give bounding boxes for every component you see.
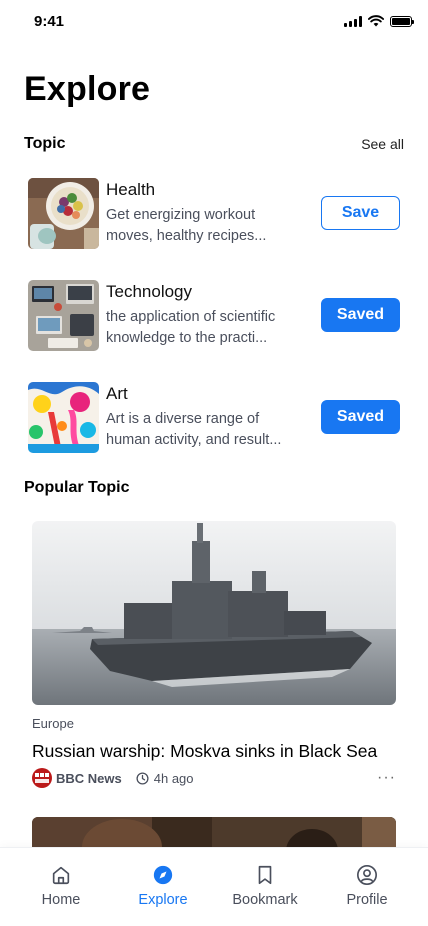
topic-description: Art is a diverse range of human activity… [106, 411, 282, 448]
status-bar: 9:41 [0, 0, 428, 44]
wifi-icon [368, 15, 384, 27]
saved-button[interactable]: Saved [321, 400, 400, 434]
page-title: Explore [24, 70, 151, 108]
nav-item-profile[interactable]: Profile [322, 848, 412, 926]
topic-description: Get energizing workout moves, healthy re… [106, 207, 267, 244]
status-time: 9:41 [34, 13, 65, 30]
compass-icon [153, 865, 173, 885]
topic-name: Technology [106, 282, 193, 301]
nav-item-explore[interactable]: Explore [118, 848, 208, 926]
more-options-icon[interactable]: ··· [377, 769, 396, 787]
topic-name: Art [106, 384, 128, 403]
news-category: Europe [32, 716, 74, 731]
nav-label: Explore [138, 892, 188, 908]
topic-description: the application of scientific knowledge … [106, 309, 276, 346]
status-icons [344, 15, 414, 27]
news-meta: BBC News 4h ago ··· [32, 768, 396, 788]
news-title[interactable]: Russian warship: Moskva sinks in Black S… [32, 741, 396, 762]
home-icon [52, 866, 70, 885]
topic-item-art[interactable]: Art Art is a diverse range of human acti… [28, 382, 400, 454]
profile-icon [357, 865, 377, 885]
nav-item-home[interactable]: Home [16, 848, 106, 926]
topic-item-health[interactable]: Health Get energizing workout moves, hea… [28, 178, 400, 250]
nav-label: Profile [346, 892, 388, 908]
saved-button[interactable]: Saved [321, 298, 400, 332]
bbc-news-logo-icon [32, 768, 52, 788]
clock-icon [136, 771, 149, 785]
topic-item-technology[interactable]: Technology the application of scientific… [28, 280, 400, 352]
nav-item-bookmark[interactable]: Bookmark [220, 848, 310, 926]
topic-name: Health [106, 180, 156, 199]
news-time: 4h ago [153, 770, 194, 786]
nav-label: Home [41, 892, 81, 908]
news-card-image [32, 521, 396, 705]
nav-label: Bookmark [232, 892, 298, 908]
bookmark-icon [258, 865, 272, 885]
see-all-link[interactable]: See all [361, 136, 404, 152]
save-button[interactable]: Save [321, 196, 400, 230]
popular-section-title: Popular Topic [24, 479, 130, 496]
topic-thumbnail-technology [28, 280, 99, 351]
cellular-signal-icon [344, 15, 362, 27]
battery-icon [390, 15, 414, 27]
bottom-navigation: Home Explore Bookmark Profile [0, 847, 428, 926]
popular-section-header: Popular Topic [24, 479, 404, 497]
topic-thumbnail-art [28, 382, 99, 453]
news-source[interactable]: BBC News [56, 771, 122, 786]
topic-section-header: Topic See all [24, 135, 404, 153]
news-card[interactable]: Europe Russian warship: Moskva sinks in … [32, 521, 396, 788]
topic-section-title: Topic [24, 135, 66, 152]
topic-thumbnail-health [28, 178, 99, 249]
